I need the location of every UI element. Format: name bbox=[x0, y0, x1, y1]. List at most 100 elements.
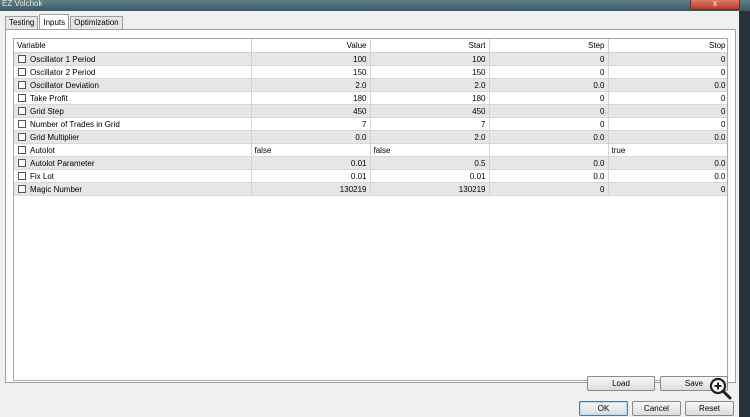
start-cell[interactable]: 2.0 bbox=[370, 130, 490, 144]
zoom-in-icon[interactable] bbox=[708, 376, 732, 400]
optimize-checkbox[interactable] bbox=[18, 54, 26, 63]
start-cell[interactable]: 130219 bbox=[370, 182, 490, 196]
value-cell[interactable]: 450 bbox=[251, 104, 371, 118]
optimize-checkbox[interactable] bbox=[18, 93, 26, 102]
variable-label: Number of Trades in Grid bbox=[30, 119, 120, 129]
value-cell[interactable]: 180 bbox=[251, 91, 371, 105]
column-header-step[interactable]: Step bbox=[489, 39, 609, 53]
optimize-checkbox[interactable] bbox=[18, 132, 26, 141]
value-cell[interactable]: false bbox=[251, 143, 371, 157]
optimize-checkbox[interactable] bbox=[18, 67, 26, 76]
step-cell[interactable]: 0.0 bbox=[489, 156, 609, 170]
value-cell[interactable]: 100 bbox=[251, 52, 371, 66]
step-cell[interactable]: 0 bbox=[489, 117, 609, 131]
step-cell[interactable]: 0 bbox=[489, 52, 609, 66]
inputs-panel: Variable Value Start Step Stop Oscillato… bbox=[5, 29, 736, 383]
start-cell[interactable]: 450 bbox=[370, 104, 490, 118]
table-row[interactable]: Autolot Parameter 0.01 0.5 0.0 0.0 bbox=[14, 156, 727, 170]
stop-cell[interactable]: 0 bbox=[608, 91, 727, 105]
value-cell[interactable]: 130219 bbox=[251, 182, 371, 196]
value-cell[interactable]: 0.01 bbox=[251, 156, 371, 170]
table-row[interactable]: Number of Trades in Grid 7 7 0 0 bbox=[14, 117, 727, 131]
variable-cell: Oscillator 1 Period bbox=[14, 52, 252, 66]
step-cell[interactable]: 0.0 bbox=[489, 130, 609, 144]
stop-cell[interactable]: 0.0 bbox=[608, 130, 727, 144]
stop-cell[interactable]: 0 bbox=[608, 65, 727, 79]
table-row[interactable]: Oscillator Deviation 2.0 2.0 0.0 0.0 bbox=[14, 78, 727, 92]
tester-properties-dialog: Testing Inputs Optimization Variable Val… bbox=[0, 11, 739, 417]
start-cell[interactable]: 180 bbox=[370, 91, 490, 105]
value-cell[interactable]: 150 bbox=[251, 65, 371, 79]
table-header: Variable Value Start Step Stop bbox=[14, 39, 727, 53]
step-cell[interactable]: 0 bbox=[489, 65, 609, 79]
title-bar: EZ Volchok x bbox=[0, 0, 750, 11]
step-cell[interactable]: 0.0 bbox=[489, 169, 609, 183]
variable-label: Autolot bbox=[30, 145, 55, 155]
variable-cell: Magic Number bbox=[14, 182, 252, 196]
tab-optimization[interactable]: Optimization bbox=[70, 16, 123, 29]
column-header-stop[interactable]: Stop bbox=[608, 39, 727, 53]
table-row[interactable]: Oscillator 2 Period 150 150 0 0 bbox=[14, 65, 727, 79]
start-cell[interactable]: 2.0 bbox=[370, 78, 490, 92]
table-row[interactable]: Fix Lot 0.01 0.01 0.0 0.0 bbox=[14, 169, 727, 183]
stop-cell[interactable]: 0.0 bbox=[608, 169, 727, 183]
optimize-checkbox[interactable] bbox=[18, 184, 26, 193]
load-button[interactable]: Load bbox=[587, 376, 655, 391]
close-button[interactable]: x bbox=[690, 0, 740, 10]
ok-button[interactable]: OK bbox=[579, 401, 628, 416]
step-cell[interactable] bbox=[489, 143, 609, 157]
variable-cell: Grid Step bbox=[14, 104, 252, 118]
optimize-checkbox[interactable] bbox=[18, 158, 26, 167]
value-cell[interactable]: 7 bbox=[251, 117, 371, 131]
close-icon: x bbox=[713, 0, 717, 8]
table-row[interactable]: Grid Multiplier 0.0 2.0 0.0 0.0 bbox=[14, 130, 727, 144]
table-row[interactable]: Magic Number 130219 130219 0 0 bbox=[14, 182, 727, 196]
stop-cell[interactable]: true bbox=[608, 143, 727, 157]
step-cell[interactable]: 0.0 bbox=[489, 78, 609, 92]
stop-cell[interactable]: 0 bbox=[608, 182, 727, 196]
table-row[interactable]: Grid Step 450 450 0 0 bbox=[14, 104, 727, 118]
stop-cell[interactable]: 0 bbox=[608, 104, 727, 118]
variable-label: Oscillator 1 Period bbox=[30, 54, 96, 64]
step-cell[interactable]: 0 bbox=[489, 91, 609, 105]
stop-cell[interactable]: 0 bbox=[608, 52, 727, 66]
step-cell[interactable]: 0 bbox=[489, 182, 609, 196]
value-cell[interactable]: 2.0 bbox=[251, 78, 371, 92]
stop-cell[interactable]: 0 bbox=[608, 117, 727, 131]
variable-cell: Grid Multiplier bbox=[14, 130, 252, 144]
optimize-checkbox[interactable] bbox=[18, 145, 26, 154]
table-row[interactable]: Oscillator 1 Period 100 100 0 0 bbox=[14, 52, 727, 66]
table-row[interactable]: Autolot false false true bbox=[14, 143, 727, 157]
start-cell[interactable]: 0.01 bbox=[370, 169, 490, 183]
variable-label: Oscillator 2 Period bbox=[30, 67, 96, 77]
column-header-value[interactable]: Value bbox=[251, 39, 371, 53]
optimize-checkbox[interactable] bbox=[18, 80, 26, 89]
start-cell[interactable]: false bbox=[370, 143, 490, 157]
variable-label: Magic Number bbox=[30, 184, 83, 194]
start-cell[interactable]: 100 bbox=[370, 52, 490, 66]
cancel-button[interactable]: Cancel bbox=[632, 401, 681, 416]
variable-cell: Autolot bbox=[14, 143, 252, 157]
tab-inputs[interactable]: Inputs bbox=[39, 14, 70, 29]
start-cell[interactable]: 7 bbox=[370, 117, 490, 131]
value-cell[interactable]: 0.0 bbox=[251, 130, 371, 144]
variable-label: Grid Step bbox=[30, 106, 64, 116]
reset-button[interactable]: Reset bbox=[685, 401, 734, 416]
variable-cell: Oscillator 2 Period bbox=[14, 65, 252, 79]
stop-cell[interactable]: 0.0 bbox=[608, 156, 727, 170]
column-header-start[interactable]: Start bbox=[370, 39, 490, 53]
table-row[interactable]: Take Profit 180 180 0 0 bbox=[14, 91, 727, 105]
optimize-checkbox[interactable] bbox=[18, 171, 26, 180]
column-header-variable[interactable]: Variable bbox=[14, 39, 252, 53]
optimize-checkbox[interactable] bbox=[18, 119, 26, 128]
optimize-checkbox[interactable] bbox=[18, 106, 26, 115]
variable-cell: Oscillator Deviation bbox=[14, 78, 252, 92]
step-cell[interactable]: 0 bbox=[489, 104, 609, 118]
tab-testing[interactable]: Testing bbox=[5, 16, 39, 29]
stop-cell[interactable]: 0.0 bbox=[608, 78, 727, 92]
variable-label: Take Profit bbox=[30, 93, 68, 103]
start-cell[interactable]: 150 bbox=[370, 65, 490, 79]
start-cell[interactable]: 0.5 bbox=[370, 156, 490, 170]
value-cell[interactable]: 0.01 bbox=[251, 169, 371, 183]
inputs-table: Variable Value Start Step Stop Oscillato… bbox=[13, 38, 728, 381]
